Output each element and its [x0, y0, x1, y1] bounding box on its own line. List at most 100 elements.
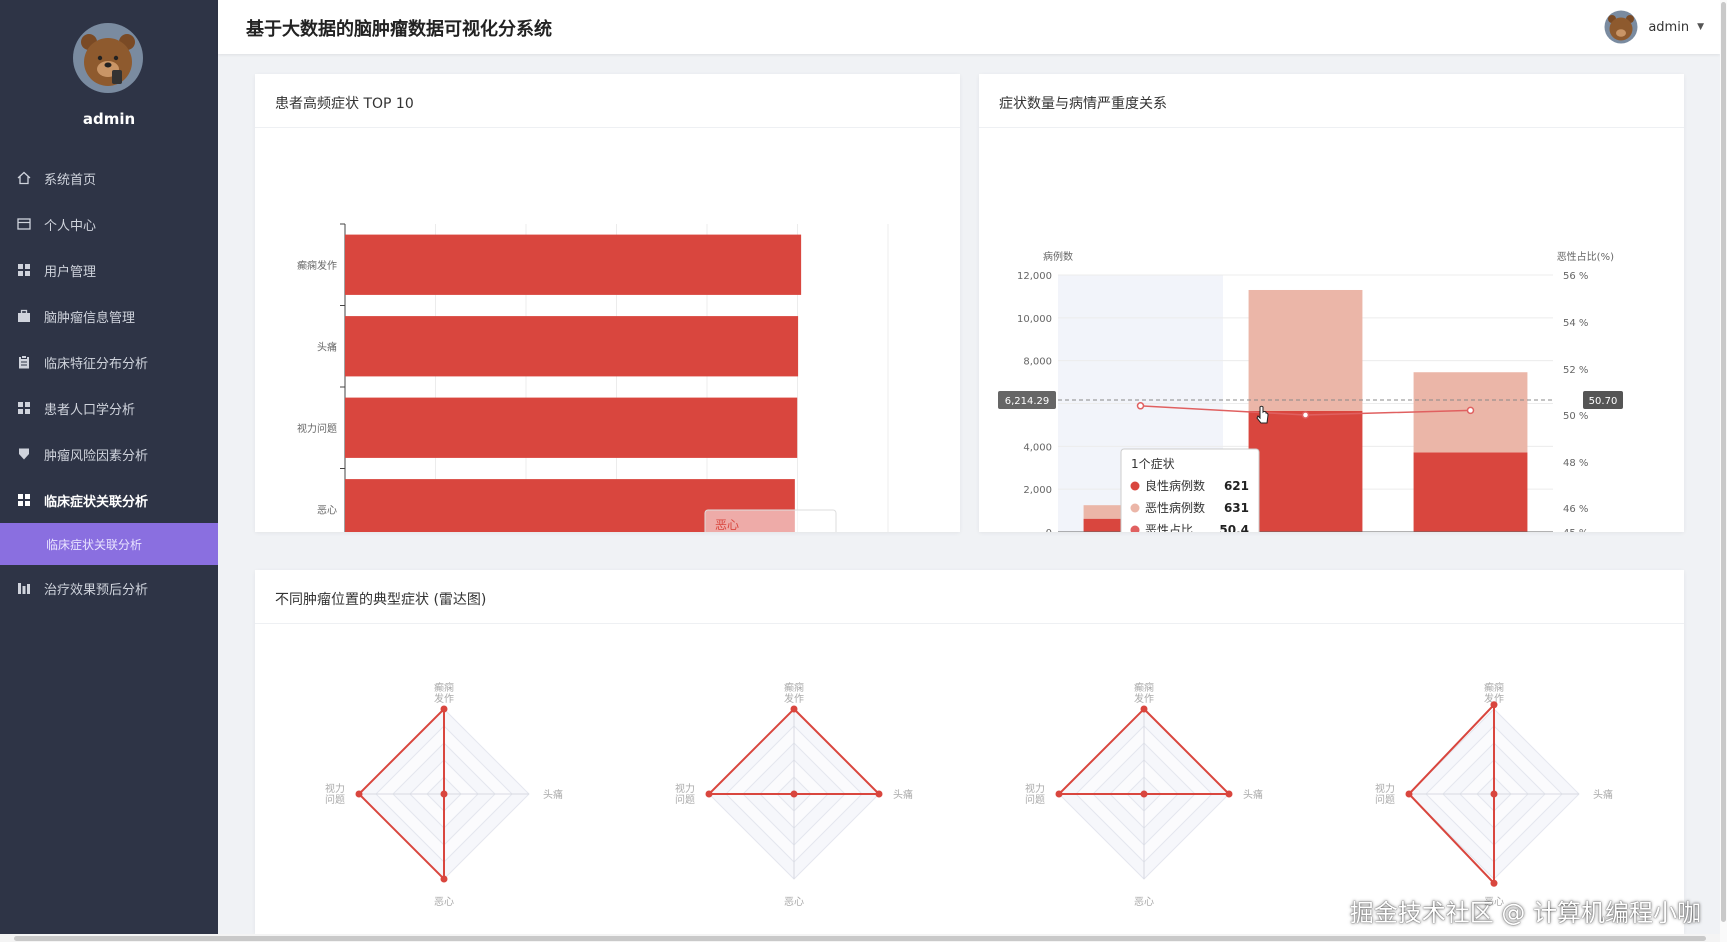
radar-label-left-2: 问题: [675, 793, 695, 806]
radar-point-恶心: [790, 790, 798, 798]
sidebar-item-label: 临床特征分布分析: [44, 356, 149, 372]
app-title: 基于大数据的脑肿瘤数据可视化分系统: [246, 19, 552, 40]
radar-label-top: 癫痫: [1134, 681, 1154, 694]
sidebar-item-risk-factors[interactable]: 肿瘤风险因素分析: [0, 431, 218, 477]
y-right-tick-label: 52 %: [1563, 365, 1588, 376]
chevron-down-icon: ▼: [1697, 22, 1704, 32]
tooltip-row-value: 631: [1224, 501, 1249, 515]
sidebar: admin 系统首页 个人中心 用户管理 脑肿瘤信息管理 临床特征分布分析 患者…: [0, 0, 218, 942]
sidebar-item-tumor-info[interactable]: 脑肿瘤信息管理: [0, 293, 218, 339]
sidebar-item-label: 脑肿瘤信息管理: [44, 310, 136, 326]
radar-label-top-2: 发作: [1134, 692, 1154, 705]
horizontal-scrollbar[interactable]: [0, 934, 1720, 942]
radar-point-癫痫发作: [1490, 701, 1498, 709]
user-menu[interactable]: admin ▼: [1604, 10, 1704, 44]
radar-point-头痛: [1225, 790, 1233, 798]
y-tick-label: 恶心: [317, 504, 337, 516]
radar-chart-2: 癫痫发作头痛恶心 视力问题: [675, 681, 913, 908]
scrollbar-thumb[interactable]: [1721, 2, 1726, 922]
radar-point-癫痫发作: [1140, 705, 1148, 713]
y-left-axis-label: 病例数: [1043, 250, 1073, 263]
radar-point-视力问题: [1405, 790, 1413, 798]
radar-label-top-2: 发作: [784, 692, 804, 705]
shield-icon: [16, 446, 32, 462]
bar-头痛: [345, 316, 799, 377]
radar-label-right: 头痛: [543, 788, 563, 801]
y-tick-label: 视力问题: [297, 422, 337, 435]
radar-point-癫痫发作: [440, 705, 448, 713]
profile-icon: [16, 216, 32, 232]
y-tick-label: 癫痫发作: [297, 259, 337, 272]
vertical-scrollbar[interactable]: [1720, 0, 1727, 942]
y-left-tick-label: 8,000: [1023, 357, 1052, 368]
tooltip-row-value: 50.4: [1219, 523, 1249, 532]
pointer-left-label: 6,214.29: [1005, 396, 1050, 407]
tooltip-marker: [1130, 503, 1140, 513]
avatar[interactable]: [72, 22, 144, 94]
sidebar-item-profile[interactable]: 个人中心: [0, 201, 218, 247]
radar-label-left-2: 问题: [325, 793, 345, 806]
sidebar-item-demographics[interactable]: 患者人口学分析: [0, 385, 218, 431]
y-left-tick-label: 0: [1046, 528, 1052, 532]
tooltip-row-label: 恶性占比: [1145, 522, 1193, 532]
home-icon: [16, 170, 32, 186]
radar-chart-1: 癫痫发作头痛恶心 视力问题: [325, 681, 563, 908]
chart-tooltip: 1个症状良性病例数 621 恶性病例数 631 恶性占比 50.4: [1120, 448, 1260, 532]
radar-point-视力问题: [355, 790, 363, 798]
card-radar-symptoms: 不同肿瘤位置的典型症状 (雷达图) 癫痫 发作 头痛 恶心 视力 问题 癫痫 发作 头痛 恶心 视力…: [255, 570, 1684, 934]
tooltip-marker: [1130, 481, 1140, 491]
radar-label-bottom: 恶心: [1134, 896, 1154, 908]
sidebar-item-label: 肿瘤风险因素分析: [44, 448, 149, 464]
bar-malignant-2个症状: [1248, 289, 1363, 411]
chart-icon: [16, 580, 32, 596]
radar-chart-3: 癫痫发作头痛恶心 视力问题: [1025, 681, 1263, 908]
bear-avatar-icon: [73, 23, 143, 93]
radar-label-bottom: 恶心: [434, 896, 454, 908]
sidebar-menu: 系统首页 个人中心 用户管理 脑肿瘤信息管理 临床特征分布分析 患者人口学分析 …: [0, 155, 218, 611]
severity-combo-chart[interactable]: 02,0004,0006,0008,00010,00012,00045 %46 …: [979, 128, 1684, 532]
sidebar-item-label: 患者人口学分析: [44, 402, 136, 418]
grid-icon: [16, 262, 32, 278]
radar-label-left: 视力: [1375, 782, 1395, 795]
y-right-tick-label: 50 %: [1563, 411, 1588, 422]
sidebar-item-treatment-prognosis[interactable]: 治疗效果预后分析: [0, 565, 218, 611]
radar-point-恶心: [1490, 879, 1498, 887]
sidebar-item-home[interactable]: 系统首页: [0, 155, 218, 201]
radar-label-bottom: 恶心: [784, 896, 804, 908]
y-tick-label: 头痛: [317, 340, 337, 353]
radar-point-癫痫发作: [790, 705, 798, 713]
user-name: admin: [1648, 19, 1690, 35]
tooltip-row-label: 良性病例数: [1145, 478, 1205, 493]
sidebar-item-label: 个人中心: [44, 218, 97, 234]
radar-label-top: 癫痫: [434, 681, 454, 694]
line-point-1个症状: [1136, 402, 1145, 410]
pointer-right-label: 50.70: [1589, 396, 1618, 407]
y-right-tick-label: 54 %: [1563, 318, 1588, 329]
sidebar-item-users[interactable]: 用户管理: [0, 247, 218, 293]
tooltip-title: 1个症状: [1131, 456, 1175, 471]
scrollbar-thumb[interactable]: [14, 936, 1706, 941]
radar-point-恶心: [1140, 790, 1148, 798]
top-bar: 基于大数据的脑肿瘤数据可视化分系统 admin ▼: [218, 0, 1720, 54]
radar-point-视力问题: [705, 790, 713, 798]
radar-point-恶心: [440, 875, 448, 883]
radar-label-right: 头痛: [893, 788, 913, 801]
card-title: 症状数量与病情严重度关系: [979, 74, 1684, 128]
sidebar-item-symptom-correlation[interactable]: 临床症状关联分析: [0, 477, 218, 523]
bar-benign-2个症状: [1248, 410, 1363, 532]
top10-bar-chart[interactable]: 癫痫发作头痛视力问题恶心03,0006,0009,00012,00015,000…: [255, 128, 960, 532]
y-right-tick-label: 45 %: [1563, 528, 1588, 532]
y-left-tick-label: 2,000: [1023, 485, 1052, 496]
tooltip-row-value: 621: [1224, 479, 1249, 493]
radar-label-left-2: 问题: [1025, 793, 1045, 806]
radar-chart-4: 癫痫发作头痛恶心视力问题: [1375, 681, 1613, 908]
sidebar-item-label: 临床症状关联分析: [44, 494, 149, 510]
y-left-tick-label: 12,000: [1017, 271, 1052, 282]
submenu-item-symptom-correlation[interactable]: 临床症状关联分析: [0, 523, 218, 565]
bar-benign-3个症状: [1413, 452, 1528, 532]
radar-charts[interactable]: 癫痫发作头痛恶心视力问题癫痫发作头痛恶心视力问题癫痫发作头痛恶心视力问题癫痫发作…: [255, 624, 1684, 934]
sidebar-item-clinical-distribution[interactable]: 临床特征分布分析: [0, 339, 218, 385]
radar-label-top: 癫痫: [1484, 681, 1504, 694]
y-right-tick-label: 48 %: [1563, 458, 1588, 469]
sidebar-item-label: 治疗效果预后分析: [44, 582, 149, 598]
